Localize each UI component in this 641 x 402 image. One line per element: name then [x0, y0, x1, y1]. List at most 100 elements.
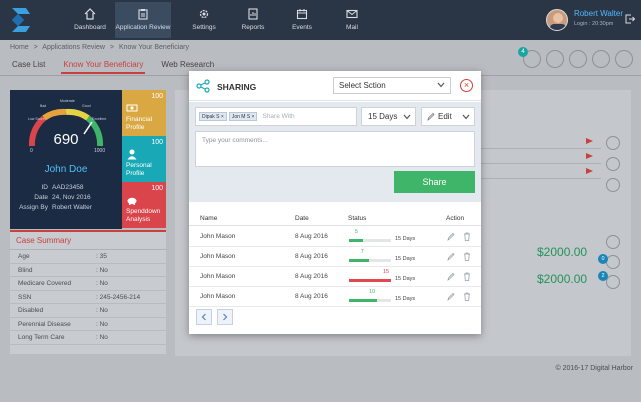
summary-row: Medicare Covered: No [10, 277, 166, 291]
nav-mail[interactable]: Mail [324, 2, 380, 38]
summary-key: Age [18, 253, 30, 260]
edit-icon[interactable] [606, 136, 620, 150]
count-badge: 2 [598, 271, 608, 281]
chevron-down-icon [437, 82, 445, 88]
pencil-icon[interactable] [447, 292, 455, 301]
tile-label: Personal [126, 162, 152, 169]
user-menu[interactable]: Robert Walter Login : 20:30pm [545, 9, 623, 33]
share-table-row: John Mason 8 Aug 2016 7 15 Days [189, 247, 481, 267]
progress-bar [349, 259, 391, 262]
breadcrumb-home[interactable]: Home [10, 44, 29, 51]
tile-score: 100 [151, 93, 163, 100]
column-header-action: Action [446, 215, 465, 222]
trash-icon[interactable] [463, 252, 471, 261]
row-name: John Mason [200, 233, 236, 240]
gauge-label-excellent: Excellent [92, 117, 106, 121]
row-date: 8 Aug 2016 [295, 273, 328, 280]
attach-icon[interactable] [606, 275, 620, 289]
summary-value: : No [96, 307, 108, 314]
nav-mail-label: Mail [346, 24, 358, 31]
comment-icon[interactable] [606, 255, 620, 269]
tile-financial-profile[interactable]: 100 Financial Profile [122, 90, 166, 136]
tile-label: Spenddown [126, 208, 161, 215]
row-name: John Mason [200, 273, 236, 280]
days-select[interactable]: 15 Days [361, 107, 416, 126]
trash-icon[interactable] [463, 232, 471, 241]
nav-reports[interactable]: Reports [225, 2, 281, 38]
pencil-icon[interactable] [447, 252, 455, 261]
app-logo[interactable] [6, 4, 36, 34]
gear-icon [199, 9, 209, 19]
report-icon [248, 8, 258, 20]
share-with-input[interactable]: Dipak S × Jon M S × Share With [195, 107, 357, 126]
trash-icon[interactable] [463, 272, 471, 281]
share-button[interactable]: Share [394, 171, 475, 193]
summary-row: Perennial Disease: No [10, 318, 166, 331]
breadcrumb-current: Know Your Beneficiary [118, 44, 189, 51]
comment-icon[interactable] [606, 157, 620, 171]
globe-icon[interactable] [615, 50, 633, 68]
clipboard-icon [138, 9, 148, 20]
footer-copyright: © 2016-17 Digital Harbor [555, 365, 633, 372]
nav-events[interactable]: Events [274, 2, 330, 38]
piggy-icon [127, 197, 137, 205]
mail-icon [346, 9, 358, 19]
pencil-icon[interactable] [447, 272, 455, 281]
assign-value: Robert Walter [52, 204, 92, 211]
share-table-row: John Mason 8 Aug 2016 5 15 Days [189, 227, 481, 247]
summary-key: Long Term Care [18, 334, 65, 341]
pencil-icon[interactable] [447, 232, 455, 241]
column-header-status: Status [348, 215, 367, 222]
recipient-chip[interactable]: Dipak S × [199, 112, 227, 121]
gauge-label-good: Good [82, 104, 91, 108]
section-select[interactable]: Select Sction [333, 77, 451, 94]
prev-page-button[interactable] [196, 309, 212, 325]
share-icon[interactable] [569, 50, 587, 68]
permission-select[interactable]: Edit [421, 107, 475, 126]
row-date: 8 Aug 2016 [295, 253, 328, 260]
nav-application-review[interactable]: Application Review [115, 2, 171, 38]
summary-value: : No [96, 266, 108, 274]
date-value: 24, Nov 2016 [52, 194, 91, 201]
mail-icon[interactable] [592, 50, 610, 68]
logout-icon[interactable] [625, 14, 635, 24]
user-login-time: Login : 20:30pm [573, 21, 614, 27]
next-page-button[interactable] [217, 309, 233, 325]
summary-key: Perennial Disease [18, 320, 71, 328]
gauge-max: 1000 [94, 148, 105, 154]
date-label: Date [34, 194, 48, 201]
user-name: Robert Walter [573, 9, 623, 18]
tab-case-list[interactable]: Case List [10, 60, 47, 74]
comments-textarea[interactable]: Type your comments... [195, 131, 475, 167]
progress-fill [349, 259, 369, 262]
nav-dashboard[interactable]: Dashboard [62, 2, 118, 38]
summary-row: Disabled: No [10, 304, 166, 318]
edit-icon[interactable] [606, 235, 620, 249]
nav-dashboard-label: Dashboard [74, 24, 106, 31]
id-value: AAD23458 [52, 184, 84, 191]
detail-row [481, 136, 601, 149]
modal-title: SHARING [217, 82, 257, 92]
gauge-label-moderate: Moderate [60, 99, 75, 103]
progress-total: 15 Days [395, 296, 416, 302]
nav-settings[interactable]: Settings [176, 2, 232, 38]
progress-value: 15 [383, 269, 390, 275]
nav-events-label: Events [292, 24, 312, 31]
trash-icon[interactable] [463, 292, 471, 301]
recipient-chip[interactable]: Jon M S × [228, 112, 258, 121]
tile-spenddown-analysis[interactable]: 100 Spenddown Analysis [122, 182, 166, 228]
progress-total: 15 Days [395, 276, 416, 282]
breadcrumb: Home > Applications Review > Know Your B… [10, 44, 192, 51]
edit-icon[interactable] [546, 50, 564, 68]
summary-row: SSN: 245-2456-214 [10, 291, 166, 304]
tab-know-your-beneficiary[interactable]: Know Your Beneficiary [61, 60, 146, 74]
credit-score-gauge: Low Score Bad Moderate Good Excellent 69… [28, 99, 106, 154]
progress-fill [349, 279, 391, 282]
attach-icon[interactable] [606, 178, 620, 192]
beneficiary-meta: ID AAD23458 Date 24, Nov 2016 Assign By Rob… [10, 184, 122, 214]
breadcrumb-applications-review[interactable]: Applications Review [42, 44, 105, 51]
gauge-min: 0 [30, 148, 33, 154]
tile-personal-profile[interactable]: 100 Personal Profile [122, 136, 166, 182]
flag-icon [586, 138, 593, 144]
close-button[interactable]: × [460, 79, 473, 92]
